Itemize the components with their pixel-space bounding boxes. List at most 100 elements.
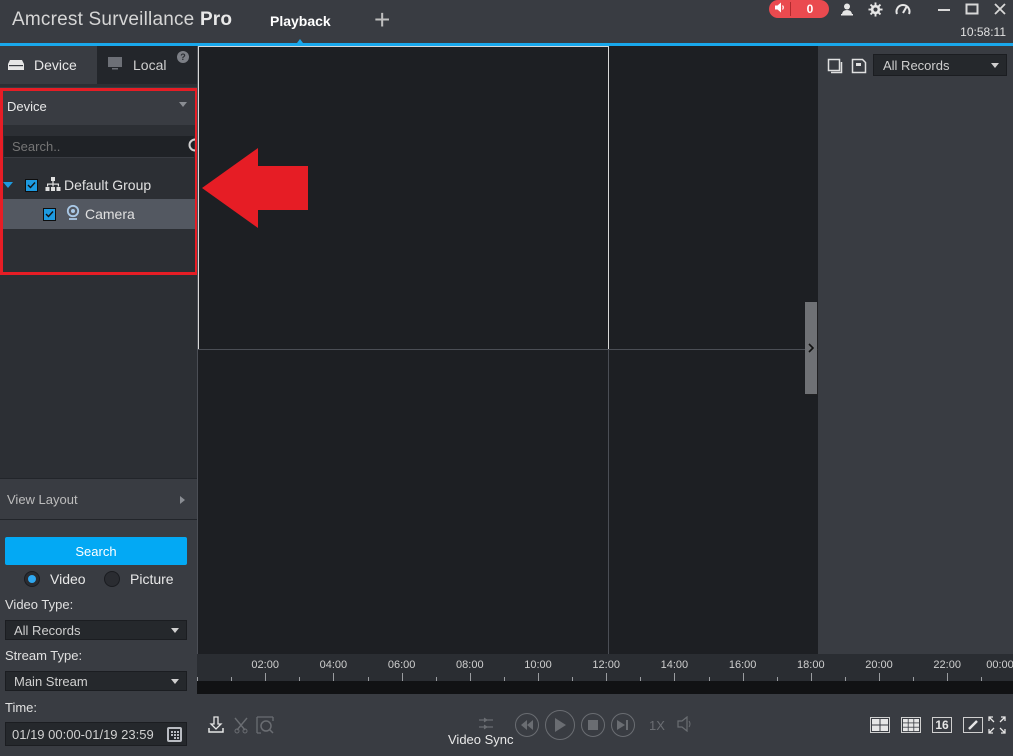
annotation-arrow-icon	[202, 148, 308, 228]
rewind-icon	[521, 720, 533, 730]
chevron-right-icon	[808, 343, 814, 353]
performance-gauge-icon[interactable]	[894, 0, 912, 18]
tab-device[interactable]: Device	[0, 46, 97, 84]
stream-type-label: Stream Type:	[5, 648, 83, 663]
download-icon[interactable]	[208, 716, 224, 734]
play-button[interactable]	[545, 710, 575, 740]
tree-item-default-group[interactable]: Default Group	[0, 170, 197, 200]
video-sync-label: Video Sync	[448, 732, 514, 747]
save-icon[interactable]	[851, 58, 867, 74]
user-icon[interactable]	[838, 0, 856, 18]
timeline-label[interactable]: 18:00	[797, 659, 825, 671]
radio-video[interactable]: Video	[24, 571, 86, 587]
video-pane-2[interactable]	[608, 46, 819, 350]
timeline-tick	[810, 673, 812, 681]
maximize-icon[interactable]	[963, 0, 981, 18]
timeline-label[interactable]: 08:00	[456, 659, 484, 671]
timeline-label[interactable]: 20:00	[865, 659, 893, 671]
chevron-down-icon	[171, 628, 179, 633]
tab-local-label: Local	[133, 57, 167, 73]
layout-16-button[interactable]: 16	[932, 717, 952, 733]
tab-playback[interactable]: Playback	[270, 13, 331, 29]
next-frame-button[interactable]	[611, 713, 635, 737]
camera-icon	[66, 204, 80, 224]
grid-divider-h2	[198, 349, 609, 350]
minimize-icon[interactable]	[935, 0, 953, 18]
timeline-tick	[503, 677, 505, 681]
video-sync-icon[interactable]	[478, 717, 494, 731]
grid-divider-v	[608, 350, 609, 654]
layout-4-icon[interactable]	[870, 717, 890, 733]
stop-button[interactable]	[581, 713, 605, 737]
expand-arrow-icon[interactable]	[3, 182, 13, 188]
edit-layout-icon[interactable]	[963, 717, 983, 733]
timeline-tick	[538, 673, 539, 681]
collapse-arrow-icon	[179, 102, 187, 107]
checkbox-camera[interactable]	[43, 207, 56, 221]
settings-gear-icon[interactable]	[866, 0, 884, 18]
device-icon	[8, 57, 24, 73]
video-pane-4[interactable]	[608, 349, 819, 654]
stop-icon	[588, 720, 598, 730]
view-layout-section[interactable]: View Layout	[0, 478, 197, 520]
timeline-tick	[333, 673, 335, 681]
tree-item-camera[interactable]: Camera	[0, 199, 197, 229]
copy-window-icon[interactable]	[827, 58, 843, 74]
timeline-tick	[367, 677, 369, 681]
help-icon[interactable]: ?	[177, 51, 189, 63]
time-range-field[interactable]: 01/19 00:00-01/19 23:59	[5, 722, 187, 746]
video-type-value: All Records	[14, 622, 81, 638]
title-bar: Amcrest Surveillance Pro Playback + 0 10…	[0, 0, 1013, 43]
timeline-label[interactable]: 06:00	[388, 659, 416, 671]
timeline[interactable]: 02:00 04:00 06:00 08:00 10:00 12:00 14:00 16:00…	[197, 654, 1013, 694]
close-icon[interactable]	[991, 0, 1009, 18]
video-pane-3[interactable]	[198, 349, 609, 654]
radio-video-indicator[interactable]	[24, 571, 40, 587]
chevron-down-icon	[171, 679, 179, 684]
timeline-label[interactable]: 00:00	[986, 659, 1013, 671]
timeline-label[interactable]: 16:00	[729, 659, 757, 671]
timeline-label[interactable]: 22:00	[933, 659, 961, 671]
timeline-label[interactable]: 10:00	[524, 659, 552, 671]
search-button[interactable]: Search	[5, 537, 187, 565]
right-panel-toggle[interactable]	[805, 302, 817, 394]
timeline-tick	[197, 677, 198, 681]
playback-speed[interactable]: 1X	[649, 718, 665, 733]
calendar-icon[interactable]	[167, 727, 182, 742]
timeline-label[interactable]: 02:00	[251, 659, 279, 671]
left-panel: Device Local ? Device Default Group	[0, 46, 205, 756]
timeline-tick	[231, 677, 233, 681]
device-section-header[interactable]: Device	[0, 87, 197, 125]
tab-local[interactable]: Local ?	[97, 46, 197, 84]
radio-picture[interactable]: Picture	[104, 571, 174, 587]
video-type-select[interactable]: All Records	[5, 620, 187, 640]
timeline-label[interactable]: 12:00	[592, 659, 620, 671]
smart-search-icon[interactable]	[255, 715, 275, 735]
left-tabs: Device Local ?	[0, 46, 197, 84]
radio-video-label: Video	[50, 571, 86, 587]
alarm-count: 0	[806, 2, 814, 16]
device-search-input[interactable]	[4, 139, 188, 154]
right-panel: All Records	[818, 46, 1013, 654]
alarm-badge[interactable]: 0	[769, 0, 829, 18]
scissors-clip-icon[interactable]	[233, 716, 249, 734]
monitor-icon	[107, 56, 123, 74]
records-filter-select[interactable]: All Records	[873, 54, 1007, 76]
rewind-button[interactable]	[515, 713, 539, 737]
timeline-tick	[435, 677, 437, 681]
layout-9-icon[interactable]	[901, 717, 921, 733]
video-type-label: Video Type:	[5, 597, 74, 612]
checkbox-default-group[interactable]	[25, 178, 38, 192]
timeline-label[interactable]: 04:00	[320, 659, 348, 671]
stream-type-select[interactable]: Main Stream	[5, 671, 187, 691]
app-title: Amcrest Surveillance Pro	[12, 9, 232, 31]
timeline-track[interactable]	[197, 681, 1013, 694]
fullscreen-icon[interactable]	[988, 716, 1006, 734]
volume-icon[interactable]	[677, 716, 693, 732]
playback-toolbar: Video Sync 1X 16	[197, 694, 1013, 756]
radio-picture-indicator[interactable]	[104, 571, 120, 587]
timeline-label[interactable]: 14:00	[661, 659, 689, 671]
add-tab-button[interactable]: +	[374, 6, 390, 34]
device-section-title: Device	[7, 98, 47, 114]
step-forward-icon	[617, 720, 628, 730]
